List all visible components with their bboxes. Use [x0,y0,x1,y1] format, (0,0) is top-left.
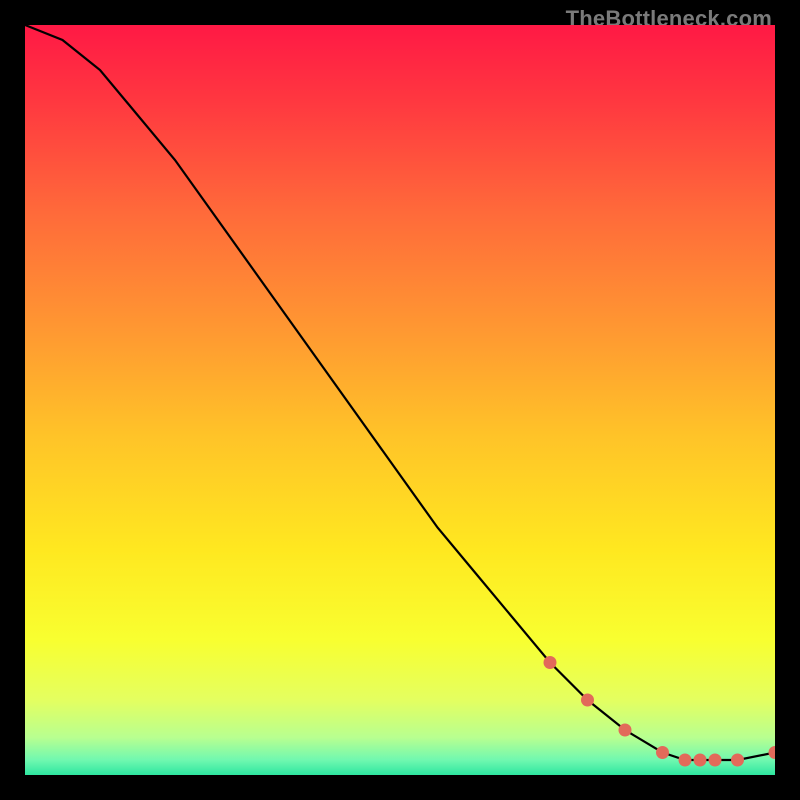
curve-point [544,656,557,669]
bottleneck-curve [25,25,775,760]
curve-point [679,754,692,767]
curve-point [619,724,632,737]
plot-area [25,25,775,775]
highlighted-points [544,656,776,767]
curve-point [656,746,669,759]
curve-point [694,754,707,767]
curve-point [581,694,594,707]
chart-container: TheBottleneck.com [0,0,800,800]
curve-point [769,746,776,759]
curve-point [709,754,722,767]
curve-layer [25,25,775,775]
curve-point [731,754,744,767]
